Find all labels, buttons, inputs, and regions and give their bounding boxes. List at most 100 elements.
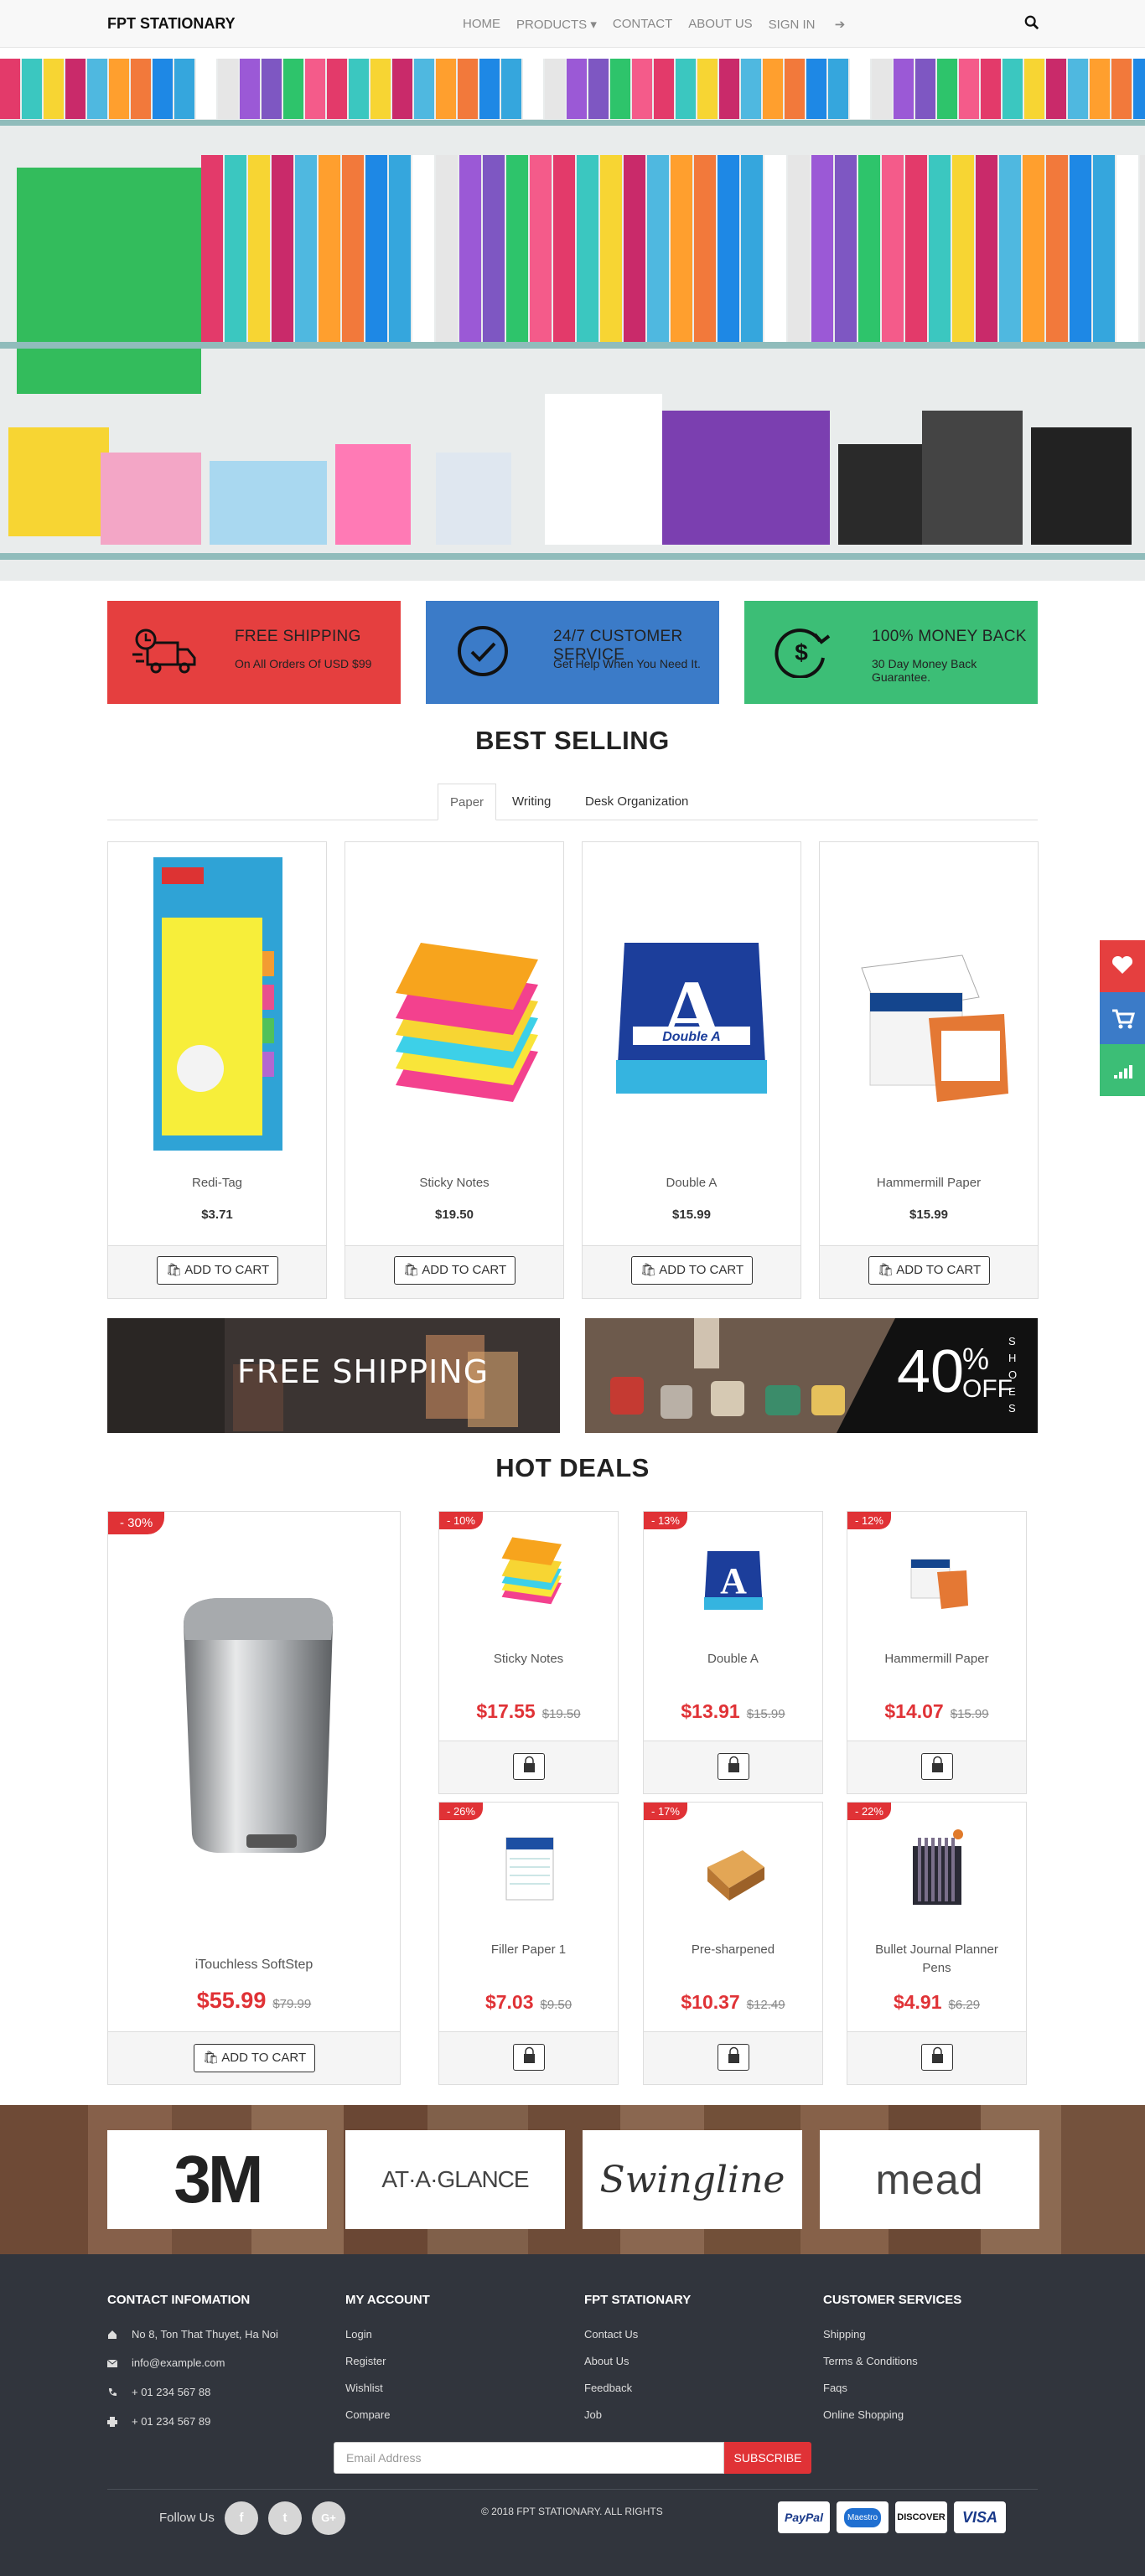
signal-bars-icon (1114, 1065, 1132, 1079)
product-name[interactable]: Hammermill Paper (820, 1176, 1038, 1190)
planner-pens-image (913, 1829, 963, 1905)
add-to-cart-button[interactable] (718, 2044, 749, 2071)
product-card[interactable]: Sticky Notes $19.50 🛍 ADD TO CART (345, 841, 564, 1299)
sale-price: $10.37 (681, 1991, 740, 2013)
deal-card[interactable]: - 13% A Double A $13.91 $15.99 (643, 1511, 823, 1794)
deal-card[interactable]: - 12% Hammermill Paper $14.07 $15.99 (847, 1511, 1027, 1794)
twitter-icon[interactable]: t (268, 2501, 302, 2535)
price-row: $10.37 $12.49 (644, 1991, 822, 2014)
google-plus-icon[interactable]: G+ (312, 2501, 345, 2535)
product-name[interactable]: Filler Paper 1 (439, 1941, 618, 1959)
visa-icon: VISA (954, 2501, 1006, 2533)
add-to-cart-button[interactable]: 🛍 ADD TO CART (631, 1256, 753, 1285)
wishlist-side-button[interactable] (1100, 940, 1145, 992)
footer-link-feedback[interactable]: Feedback (584, 2382, 632, 2394)
search-icon[interactable] (1024, 15, 1039, 30)
product-name[interactable]: Sticky Notes (345, 1176, 563, 1190)
truck-clock-icon (132, 628, 196, 674)
follow-us-label: Follow Us (159, 2511, 215, 2525)
product-card[interactable]: Redi-Tag $3.71 🛍 ADD TO CART (107, 841, 327, 1299)
hot-deals-title: HOT DEALS (495, 1453, 650, 1482)
featured-deal-card[interactable]: - 30% iTouchless SoftStep $55.99 $79.99 🛍… (107, 1511, 401, 2085)
deal-card[interactable]: - 10% Sticky Notes $17.55 $19.50 (438, 1511, 619, 1794)
deal-card[interactable]: - 17% Pre-sharpened $10.37 $12.49 (643, 1802, 823, 2085)
product-image[interactable] (491, 1530, 567, 1627)
footer-link-terms[interactable]: Terms & Conditions (823, 2355, 918, 2367)
newsletter-email-input[interactable]: Email Address (334, 2442, 724, 2474)
product-image[interactable] (362, 851, 548, 1169)
product-name[interactable]: Bullet Journal Planner Pens (847, 1941, 1026, 1978)
maestro-icon: Maestro (837, 2501, 889, 2533)
product-image[interactable] (837, 851, 1023, 1169)
feature-subtitle: On All Orders Of USD $99 (235, 657, 372, 670)
footer-link-contact-us[interactable]: Contact Us (584, 2328, 638, 2341)
brand-logo[interactable]: FPT STATIONARY (107, 15, 236, 33)
add-to-cart-button[interactable] (513, 1753, 545, 1780)
brand-3m[interactable]: 3M (107, 2130, 327, 2229)
footer-link-compare[interactable]: Compare (345, 2408, 390, 2421)
product-image[interactable] (696, 1821, 771, 1917)
footer-link-faqs[interactable]: Faqs (823, 2382, 847, 2394)
card-footer (439, 2031, 618, 2084)
cart-side-button[interactable] (1100, 992, 1145, 1044)
shoes-sale-banner[interactable]: 40 % OFF SHOES (585, 1318, 1038, 1433)
footer-link-about-us[interactable]: About Us (584, 2355, 629, 2367)
brands-section: 3M AT·A·GLANCE Swingline mead (0, 2105, 1145, 2254)
sale-price: $7.03 (484, 1991, 534, 2013)
add-to-cart-button[interactable]: 🛍 ADD TO CART (868, 1256, 990, 1285)
product-name[interactable]: Sticky Notes (439, 1650, 618, 1668)
footer-email[interactable]: info@example.com (132, 2356, 225, 2369)
menu-signin[interactable]: SIGN IN ➔ (769, 17, 862, 32)
menu-contact[interactable]: CONTACT (613, 17, 672, 32)
product-name[interactable]: Double A (583, 1176, 800, 1190)
product-image[interactable] (899, 1530, 975, 1627)
product-image[interactable] (125, 851, 311, 1169)
footer-link-register[interactable]: Register (345, 2355, 386, 2367)
product-image[interactable] (899, 1821, 975, 1917)
deal-card[interactable]: - 22% Bullet Journal Planner Pens $4.91 $6.… (847, 1802, 1027, 2085)
compare-side-button[interactable] (1100, 1044, 1145, 1096)
shopping-bag-icon (728, 2046, 739, 2063)
product-name[interactable]: Redi-Tag (108, 1176, 326, 1190)
product-image[interactable]: A (696, 1530, 771, 1627)
brand-mead[interactable]: mead (820, 2130, 1039, 2229)
card-footer: 🛍 ADD TO CART (820, 1245, 1038, 1298)
tab-paper[interactable]: Paper (438, 784, 497, 820)
add-to-cart-button[interactable] (921, 2044, 953, 2071)
deal-card[interactable]: - 26% Filler Paper 1 $7.03 $9.50 (438, 1802, 619, 2085)
pencil-box-image (707, 1850, 764, 1901)
product-name[interactable]: Hammermill Paper (847, 1650, 1026, 1668)
product-name[interactable]: Double A (644, 1650, 822, 1668)
footer-link-wishlist[interactable]: Wishlist (345, 2382, 383, 2394)
shopping-bag-icon (932, 2046, 943, 2063)
old-price: $15.99 (950, 1707, 989, 1721)
footer-link-online-shopping[interactable]: Online Shopping (823, 2408, 904, 2421)
main-menu: HOME PRODUCTS ▾ CONTACT ABOUT US SIGN IN… (463, 17, 877, 32)
brand-at-a-glance[interactable]: AT·A·GLANCE (345, 2130, 565, 2229)
product-image[interactable] (491, 1821, 567, 1917)
facebook-icon[interactable]: f (225, 2501, 258, 2535)
add-to-cart-button[interactable]: 🛍 ADD TO CART (157, 1256, 278, 1285)
feature-customer-service: 24/7 CUSTOMER SERVICE Get Help When You … (426, 601, 719, 704)
menu-home[interactable]: HOME (463, 17, 500, 32)
subscribe-button[interactable]: SUBSCRIBE (724, 2442, 811, 2474)
add-to-cart-button[interactable] (921, 1753, 953, 1780)
add-to-cart-button[interactable]: 🛍 ADD TO CART (394, 1256, 516, 1285)
add-to-cart-button[interactable] (718, 1753, 749, 1780)
footer-link-job[interactable]: Job (584, 2408, 602, 2421)
menu-about[interactable]: ABOUT US (688, 17, 752, 32)
tab-desk-organization[interactable]: Desk Organization (573, 784, 700, 820)
add-to-cart-button[interactable] (513, 2044, 545, 2071)
free-shipping-banner[interactable]: FREE SHIPPING (107, 1318, 560, 1433)
product-card[interactable]: A Double A Double A $15.99 🛍 ADD TO CART (582, 841, 801, 1299)
product-name[interactable]: Pre-sharpened (644, 1941, 822, 1959)
product-card[interactable]: Hammermill Paper $15.99 🛍 ADD TO CART (819, 841, 1039, 1299)
add-to-cart-button[interactable]: 🛍 ADD TO CART (194, 2044, 315, 2072)
brand-swingline[interactable]: Swingline (583, 2130, 802, 2229)
product-image[interactable]: A Double A (599, 851, 785, 1169)
dollar-refresh-icon: $ (775, 628, 831, 678)
footer-link-login[interactable]: Login (345, 2328, 372, 2341)
menu-products[interactable]: PRODUCTS ▾ (516, 17, 597, 32)
tab-writing[interactable]: Writing (500, 784, 562, 820)
footer-link-shipping[interactable]: Shipping (823, 2328, 866, 2341)
